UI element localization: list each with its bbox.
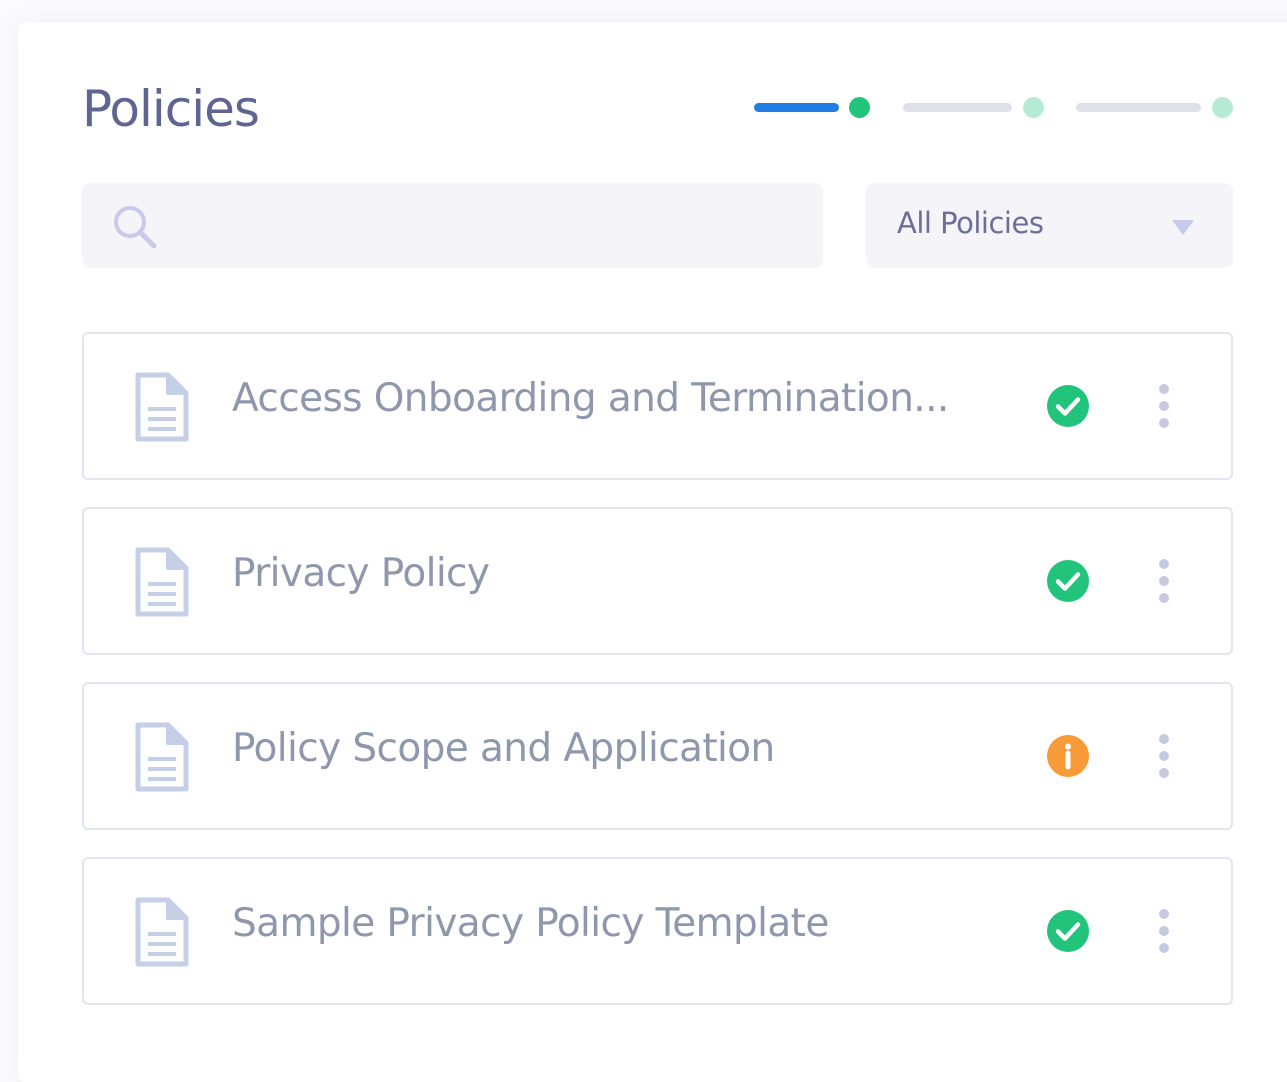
kebab-dot xyxy=(1159,768,1169,778)
policy-name: Privacy Policy xyxy=(232,551,490,596)
step-2-dot[interactable] xyxy=(1023,97,1044,118)
policy-name: Sample Privacy Policy Template xyxy=(232,901,829,946)
chevron-down-icon xyxy=(1172,220,1194,235)
filter-selected-value: All Policies xyxy=(897,206,1044,240)
kebab-dot xyxy=(1159,734,1169,744)
document-icon xyxy=(135,372,189,442)
step-1-dot[interactable] xyxy=(849,97,870,118)
policy-row[interactable]: Access Onboarding and Termination... xyxy=(82,332,1233,480)
search-box[interactable] xyxy=(82,183,823,270)
document-icon xyxy=(135,547,189,617)
kebab-dot xyxy=(1159,943,1169,953)
more-options-button[interactable] xyxy=(1142,732,1186,780)
policy-name: Access Onboarding and Termination... xyxy=(232,376,949,421)
step-2-bar xyxy=(903,103,1012,112)
progress-stepper xyxy=(754,97,1234,119)
search-input[interactable] xyxy=(168,183,802,270)
kebab-dot xyxy=(1159,418,1169,428)
page-title: Policies xyxy=(82,80,260,138)
kebab-dot xyxy=(1159,559,1169,569)
step-1-bar xyxy=(754,103,839,112)
check-circle-icon xyxy=(1047,910,1089,952)
step-3-dot[interactable] xyxy=(1212,97,1233,118)
more-options-button[interactable] xyxy=(1142,557,1186,605)
check-circle-icon xyxy=(1047,560,1089,602)
policy-row[interactable]: Privacy Policy xyxy=(82,507,1233,655)
search-icon xyxy=(114,206,157,249)
kebab-dot xyxy=(1159,401,1169,411)
more-options-button[interactable] xyxy=(1142,907,1186,955)
kebab-dot xyxy=(1159,909,1169,919)
info-circle-icon xyxy=(1047,735,1089,777)
policy-name: Policy Scope and Application xyxy=(232,726,775,771)
kebab-dot xyxy=(1159,926,1169,936)
step-3-bar xyxy=(1076,103,1201,112)
policy-row[interactable]: Sample Privacy Policy Template xyxy=(82,857,1233,1005)
policy-list: Access Onboarding and Termination... Pri… xyxy=(82,332,1233,1032)
document-icon xyxy=(135,722,189,792)
document-icon xyxy=(135,897,189,967)
kebab-dot xyxy=(1159,751,1169,761)
check-circle-icon xyxy=(1047,385,1089,427)
kebab-dot xyxy=(1159,384,1169,394)
policy-row[interactable]: Policy Scope and Application xyxy=(82,682,1233,830)
policies-panel: Policies All Policies Access Onboarding … xyxy=(18,22,1287,1082)
kebab-dot xyxy=(1159,593,1169,603)
kebab-dot xyxy=(1159,576,1169,586)
more-options-button[interactable] xyxy=(1142,382,1186,430)
policy-filter-dropdown[interactable]: All Policies xyxy=(866,183,1233,268)
